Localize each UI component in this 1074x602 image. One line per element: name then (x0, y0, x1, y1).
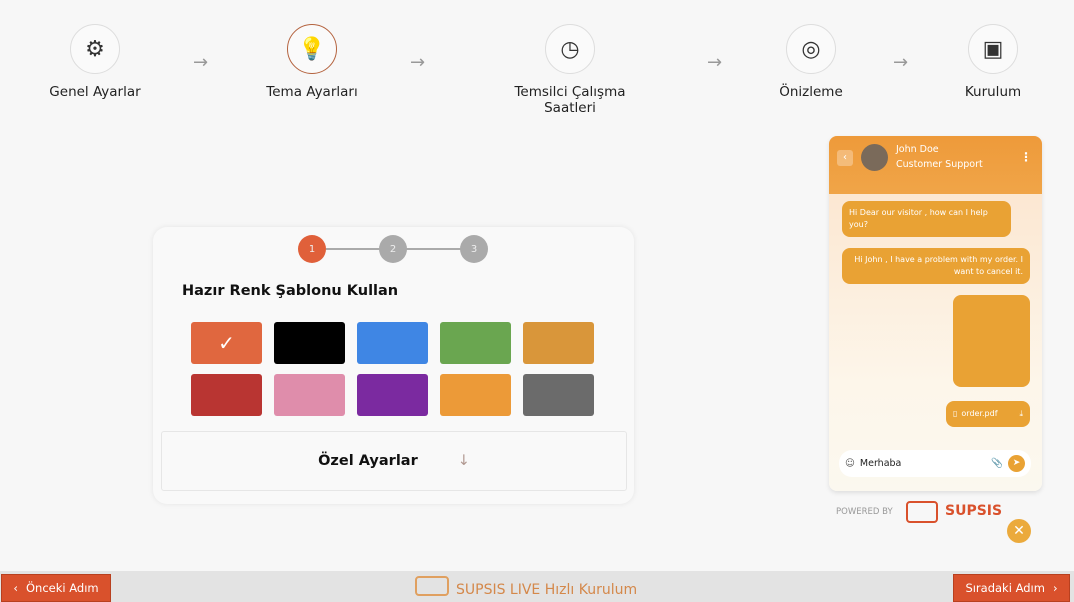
step-label: Temsilci Çalışma Saatleri (514, 84, 626, 116)
chevron-right-icon: › (1052, 581, 1058, 595)
footer-bar: SUPSIS LIVE Hızlı Kurulum (0, 571, 1074, 602)
message-incoming: Hi Dear our visitor , how can I help you… (842, 201, 1011, 237)
emoji-icon[interactable]: ☺ (845, 458, 855, 469)
color-swatch[interactable] (274, 322, 345, 364)
arrow-down-icon: ↓ (457, 453, 470, 469)
file-icon: ▯ (953, 409, 958, 418)
footer-title: SUPSIS LIVE Hızlı Kurulum (456, 582, 638, 598)
arrow-right-icon: → (410, 52, 426, 73)
step-onizleme[interactable]: ◎ Önizleme (731, 24, 891, 100)
step-kurulum[interactable]: ▣ Kurulum (913, 24, 1073, 100)
back-icon[interactable]: ‹ (837, 150, 853, 166)
message-input-value: Merhaba (859, 458, 902, 469)
attach-icon[interactable]: 📎 (991, 458, 1003, 469)
file-message[interactable]: ▯ order.pdf ⤓ (946, 401, 1030, 427)
image-message (953, 295, 1030, 387)
step-label: Genel Ayarlar (49, 84, 141, 100)
agent-role: Customer Support (896, 159, 983, 170)
next-step-button[interactable]: Sıradaki Adım › (953, 574, 1070, 602)
download-icon[interactable]: ⤓ (1019, 408, 1023, 420)
supsis-logo-icon (906, 501, 938, 523)
color-swatch[interactable] (523, 374, 594, 416)
message-input[interactable]: ☺ Merhaba 📎 ➤ (839, 450, 1031, 477)
step-label: Tema Ayarları (266, 84, 358, 100)
step-genel-ayarlar[interactable]: ⚙ Genel Ayarlar (15, 24, 175, 100)
custom-settings-label: Özel Ayarlar (318, 453, 418, 469)
substep-2[interactable]: 2 (379, 235, 407, 263)
step-tema-ayarlari[interactable]: 💡 Tema Ayarları (232, 24, 392, 100)
chat-header: ‹ John Doe Customer Support ⋮ (829, 136, 1042, 194)
color-swatch[interactable] (357, 374, 428, 416)
supsis-logo-icon (415, 576, 449, 596)
install-icon: ▣ (968, 24, 1018, 74)
chevron-left-icon: ‹ (13, 581, 18, 595)
idea-hand-icon: 💡 (287, 24, 337, 74)
step-label: Kurulum (964, 84, 1022, 100)
clock-icon: ◷ (545, 24, 595, 74)
close-chat-button[interactable]: ✕ (1007, 519, 1031, 543)
agent-name: John Doe (896, 144, 939, 155)
chat-preview: ‹ John Doe Customer Support ⋮ Hi Dear ou… (829, 136, 1042, 491)
color-swatch[interactable]: ✓ (191, 322, 262, 364)
substep-3[interactable]: 3 (460, 235, 488, 263)
step-temsilci-calisma-saatleri[interactable]: ◷ Temsilci Çalışma Saatleri (490, 24, 650, 116)
previous-step-button[interactable]: ‹ Önceki Adım (1, 574, 111, 602)
color-swatch[interactable] (440, 374, 511, 416)
custom-settings-toggle[interactable]: Özel Ayarlar ↓ (161, 431, 627, 491)
color-swatch[interactable] (191, 374, 262, 416)
next-label: Sıradaki Adım (965, 581, 1045, 595)
check-icon: ✓ (218, 331, 235, 355)
gears-icon: ⚙ (70, 24, 120, 74)
file-name: order.pdf (961, 409, 998, 418)
arrow-right-icon: → (193, 52, 209, 73)
send-icon[interactable]: ➤ (1008, 455, 1025, 472)
color-swatch[interactable] (357, 322, 428, 364)
powered-by-label: POWERED BY (836, 507, 893, 517)
color-swatch[interactable] (274, 374, 345, 416)
avatar (861, 144, 888, 171)
substep-1[interactable]: 1 (298, 235, 326, 263)
color-swatch[interactable] (523, 322, 594, 364)
more-icon[interactable]: ⋮ (1020, 150, 1032, 164)
color-swatch[interactable] (440, 322, 511, 364)
step-label: Önizleme (779, 84, 843, 100)
target-icon: ◎ (786, 24, 836, 74)
message-outgoing: Hi John , I have a problem with my order… (842, 248, 1030, 284)
arrow-right-icon: → (707, 52, 723, 73)
section-title: Hazır Renk Şablonu Kullan (182, 283, 399, 299)
previous-label: Önceki Adım (25, 581, 99, 595)
theme-card: 1 2 3 Hazır Renk Şablonu Kullan ✓ Özel A… (153, 227, 634, 504)
arrow-right-icon: → (893, 52, 909, 73)
supsis-brand: SUPSIS (945, 503, 1003, 519)
